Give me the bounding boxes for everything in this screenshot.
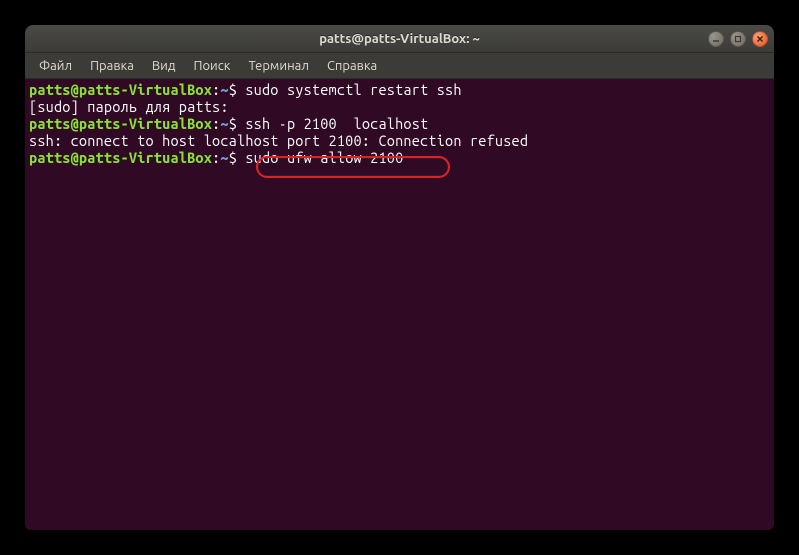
command-text: sudo ufw allow 2100 <box>237 149 403 166</box>
prompt-dollar: $ <box>229 115 237 132</box>
menu-help[interactable]: Справка <box>319 56 385 76</box>
maximize-button[interactable] <box>730 31 746 47</box>
command-text: ssh -p 2100 localhost <box>237 115 428 132</box>
prompt-dollar: $ <box>229 81 237 98</box>
minimize-icon <box>712 35 720 43</box>
terminal-window: patts@patts-VirtualBox: ~ Файл Правка Ви… <box>25 25 774 530</box>
prompt-user-host: patts@patts-VirtualBox <box>29 149 212 166</box>
prompt-path: ~ <box>220 81 228 98</box>
terminal-line: patts@patts-VirtualBox:~$ sudo ufw allow… <box>29 149 770 166</box>
titlebar: patts@patts-VirtualBox: ~ <box>25 25 774 53</box>
command-text: sudo systemctl restart ssh <box>237 81 462 98</box>
prompt-path: ~ <box>220 115 228 132</box>
screenshot-frame: patts@patts-VirtualBox: ~ Файл Правка Ви… <box>15 15 784 540</box>
prompt-user-host: patts@patts-VirtualBox <box>29 115 212 132</box>
menu-file[interactable]: Файл <box>31 56 80 76</box>
menubar: Файл Правка Вид Поиск Терминал Справка <box>25 53 774 79</box>
terminal-line: patts@patts-VirtualBox:~$ sudo systemctl… <box>29 81 770 98</box>
menu-edit[interactable]: Правка <box>82 56 142 76</box>
terminal-line: patts@patts-VirtualBox:~$ ssh -p 2100 lo… <box>29 115 770 132</box>
prompt-user-host: patts@patts-VirtualBox <box>29 81 212 98</box>
prompt-dollar: $ <box>229 149 237 166</box>
terminal-body[interactable]: patts@patts-VirtualBox:~$ sudo systemctl… <box>25 79 774 530</box>
terminal-output: ssh: connect to host localhost port 2100… <box>29 132 770 149</box>
window-controls <box>708 31 768 47</box>
window-title: patts@patts-VirtualBox: ~ <box>25 32 774 46</box>
minimize-button[interactable] <box>708 31 724 47</box>
menu-terminal[interactable]: Терминал <box>240 56 316 76</box>
close-button[interactable] <box>752 31 768 47</box>
terminal-output: [sudo] пароль для patts: <box>29 98 770 115</box>
menu-view[interactable]: Вид <box>144 56 184 76</box>
maximize-icon <box>734 35 742 43</box>
menu-search[interactable]: Поиск <box>185 56 238 76</box>
prompt-path: ~ <box>220 149 228 166</box>
close-icon <box>756 35 764 43</box>
